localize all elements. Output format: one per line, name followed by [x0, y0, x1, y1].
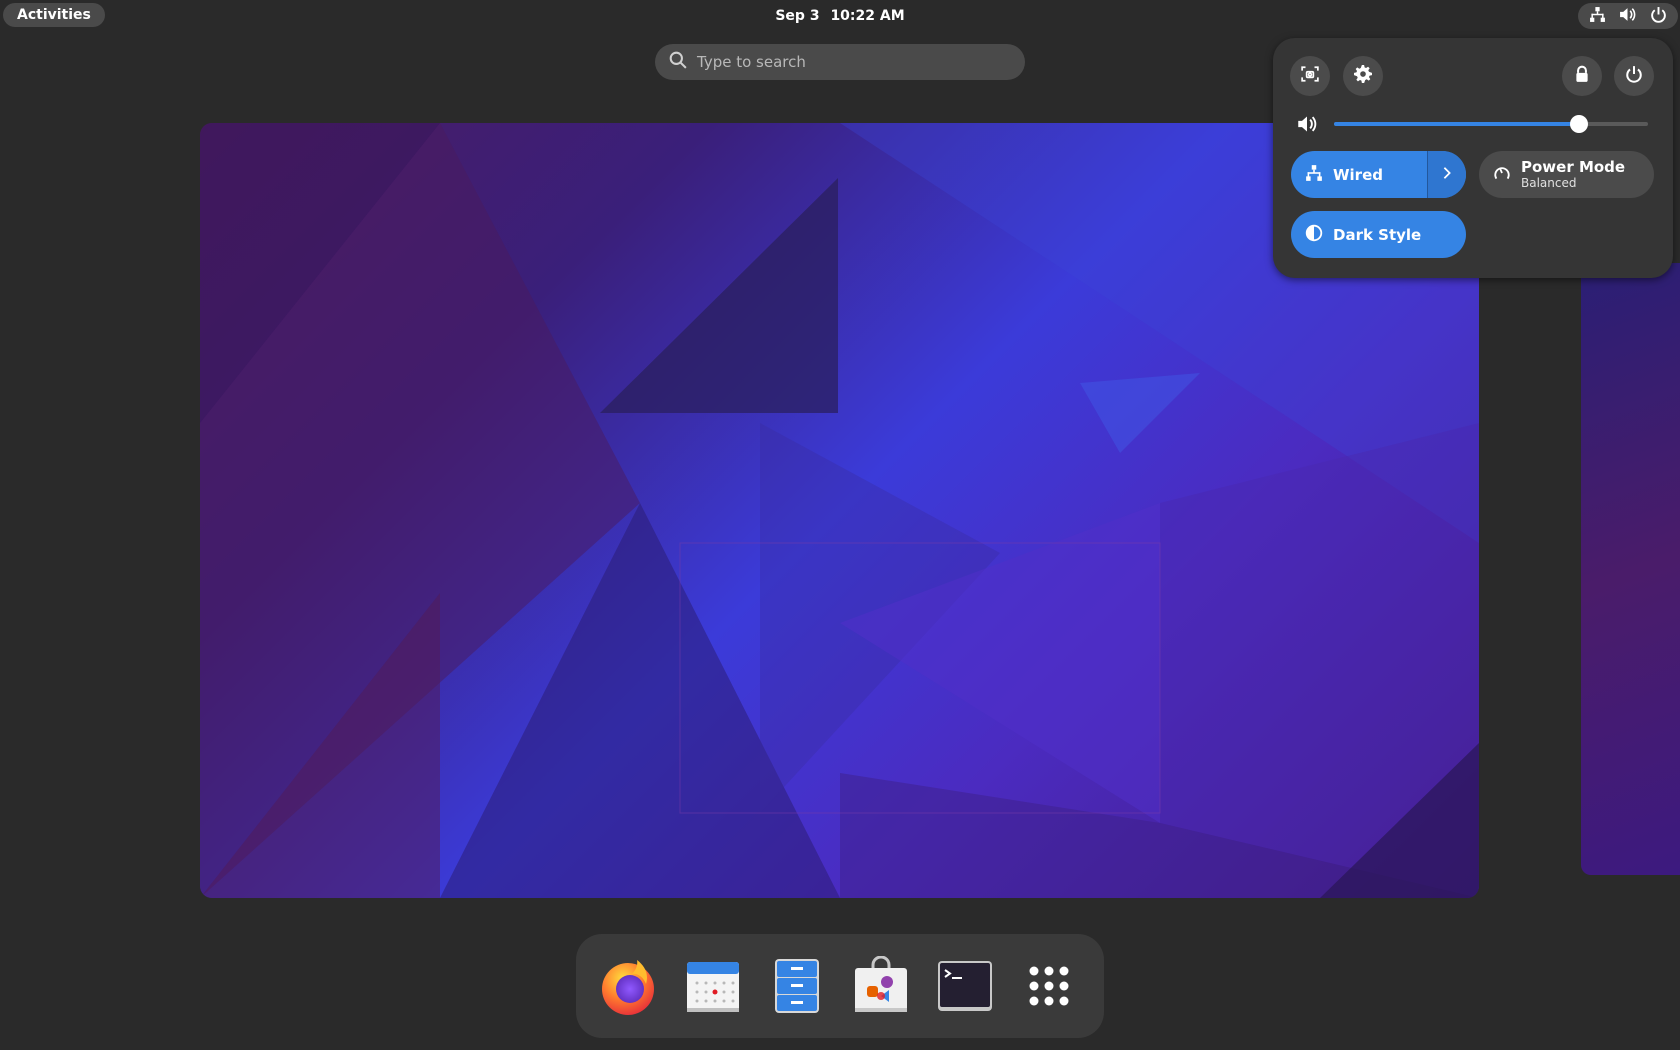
volume-icon[interactable] — [1297, 114, 1317, 134]
dark-style-label: Dark Style — [1333, 225, 1422, 244]
show-apps-icon — [1019, 966, 1079, 1020]
volume-slider-knob[interactable] — [1569, 115, 1588, 133]
activities-button[interactable]: Activities — [3, 3, 105, 27]
clock-button[interactable]: Sep 3 10:22 AM — [700, 0, 980, 32]
dash-files[interactable] — [767, 956, 827, 1016]
calendar-icon — [683, 962, 743, 1020]
settings-button[interactable] — [1343, 56, 1383, 96]
clock-date: Sep 3 — [775, 8, 820, 24]
system-status-menu[interactable] — [1578, 3, 1678, 29]
quick-settings-panel: Wired Power Mode Balanced Dark Style — [1273, 38, 1673, 278]
power-mode-title: Power Mode — [1521, 157, 1626, 176]
terminal-icon — [935, 961, 995, 1020]
volume-slider-fill — [1334, 122, 1579, 126]
settings-icon — [1354, 65, 1372, 87]
network-wired-icon — [1291, 164, 1323, 186]
power-icon — [1650, 6, 1667, 27]
screenshot-button[interactable] — [1290, 56, 1330, 96]
network-wired-icon — [1589, 6, 1606, 27]
next-workspace-thumbnail[interactable] — [1581, 263, 1680, 875]
dark-style-toggle[interactable]: Dark Style — [1291, 211, 1466, 258]
chevron-right-icon — [1440, 165, 1454, 184]
dash-terminal[interactable] — [935, 956, 995, 1016]
dash-calendar[interactable] — [683, 956, 743, 1016]
volume-slider[interactable] — [1334, 115, 1648, 133]
power-profile-icon — [1479, 164, 1511, 186]
search-entry[interactable]: Type to search — [655, 44, 1025, 80]
power-button[interactable] — [1614, 56, 1654, 96]
search-placeholder: Type to search — [697, 53, 806, 71]
dash-firefox[interactable] — [599, 956, 659, 1016]
lock-button[interactable] — [1562, 56, 1602, 96]
clock-time: 10:22 AM — [830, 8, 905, 24]
power-icon — [1625, 65, 1643, 87]
wired-toggle[interactable]: Wired — [1291, 151, 1466, 198]
dark-style-icon — [1291, 224, 1323, 246]
wired-menu-button[interactable] — [1427, 151, 1466, 198]
wired-label: Wired — [1333, 165, 1383, 184]
power-mode-toggle[interactable]: Power Mode Balanced — [1479, 151, 1654, 198]
lock-icon — [1573, 65, 1591, 87]
show-apps-button[interactable] — [1019, 956, 1079, 1016]
search-icon — [655, 51, 687, 73]
power-mode-subtitle: Balanced — [1521, 175, 1577, 190]
screenshot-icon — [1301, 65, 1319, 87]
software-icon — [851, 955, 911, 1020]
dash-software[interactable] — [851, 955, 911, 1016]
dash — [576, 934, 1104, 1038]
firefox-icon — [599, 960, 659, 1020]
volume-icon — [1619, 6, 1636, 27]
top-bar: Activities Sep 3 10:22 AM — [0, 0, 1680, 32]
files-icon — [767, 959, 827, 1020]
